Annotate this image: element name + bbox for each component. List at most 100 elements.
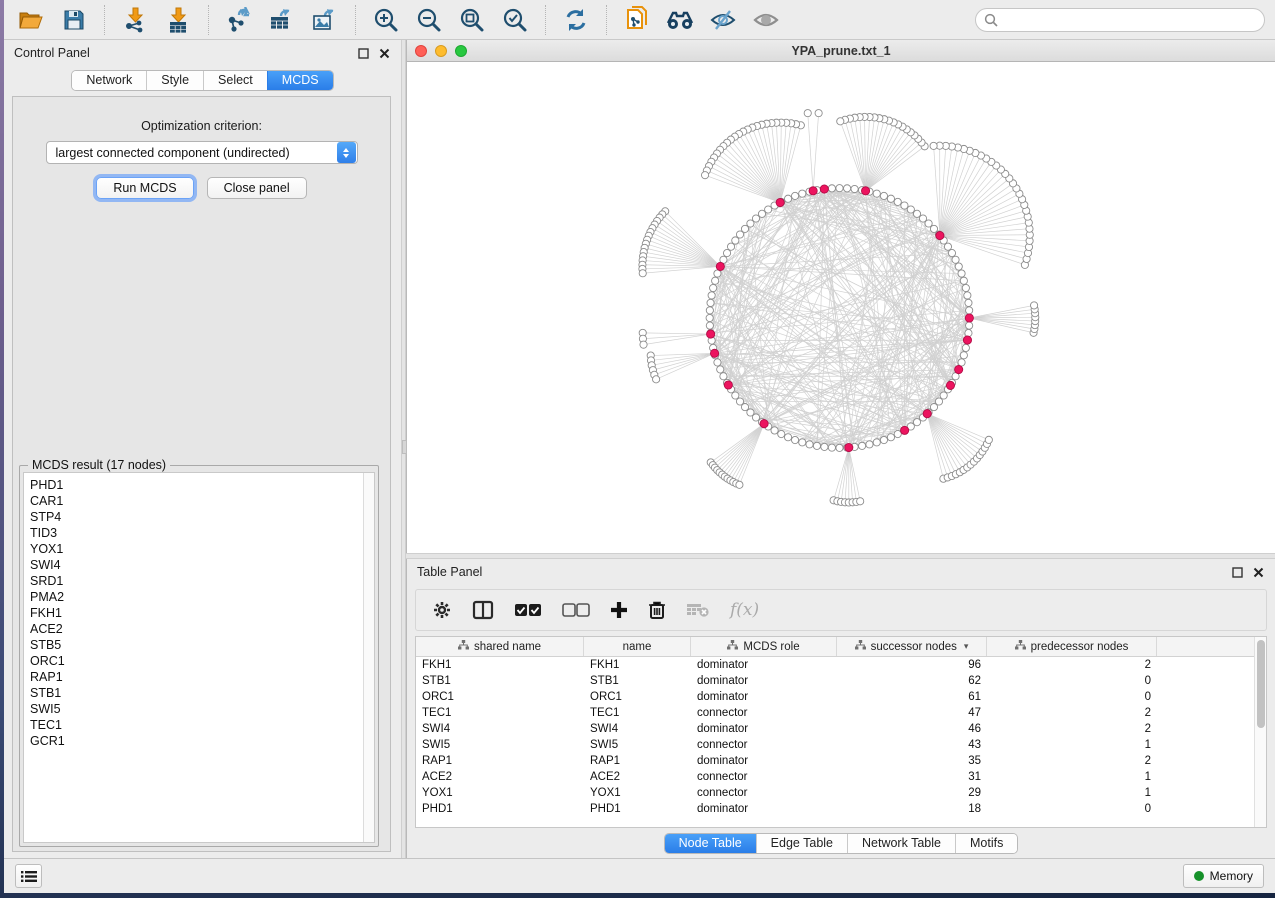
zoom-selected-icon[interactable] — [498, 5, 532, 35]
mcds-node-item[interactable]: PMA2 — [30, 589, 363, 605]
mcds-node-item[interactable]: PHD1 — [30, 477, 363, 493]
run-mcds-button[interactable]: Run MCDS — [96, 177, 193, 199]
export-image-icon[interactable] — [308, 5, 342, 35]
optimization-criterion-select[interactable]: largest connected component (undirected) — [46, 141, 358, 164]
show-column-icon[interactable] — [472, 600, 494, 620]
float-table-panel-icon[interactable] — [1231, 566, 1244, 579]
toolbar-separator — [606, 5, 607, 35]
column-header-predecessor-nodes[interactable]: predecessor nodes — [987, 637, 1157, 656]
search-input[interactable] — [1003, 13, 1256, 27]
table-options-icon[interactable] — [432, 600, 452, 620]
select-all-icon[interactable] — [514, 603, 542, 617]
mcds-node-item[interactable]: YOX1 — [30, 541, 363, 557]
mcds-node-item[interactable]: TID3 — [30, 525, 363, 541]
table-row[interactable]: FKH1FKH1dominator962 — [416, 657, 1254, 673]
mcds-node-item[interactable]: CAR1 — [30, 493, 363, 509]
column-header-name[interactable]: name — [584, 637, 691, 656]
function-builder-icon[interactable]: f(x) — [730, 600, 759, 620]
mcds-result-list[interactable]: PHD1CAR1STP4TID3YOX1SWI4SRD1PMA2FKH1ACE2… — [23, 472, 375, 843]
tab-mcds[interactable]: MCDS — [267, 71, 333, 90]
network-canvas[interactable] — [407, 62, 1275, 553]
tab-motifs[interactable]: Motifs — [955, 834, 1017, 853]
zoom-out-icon[interactable] — [412, 5, 446, 35]
table-row[interactable]: STB1STB1dominator620 — [416, 673, 1254, 689]
table-scrollbar-thumb[interactable] — [1257, 640, 1265, 728]
application-window: Control Panel NetworkStyleSelectMCDS Opt… — [4, 0, 1275, 893]
memory-button[interactable]: Memory — [1183, 864, 1264, 888]
refresh-layout-icon[interactable] — [559, 5, 593, 35]
table-row[interactable]: RAP1RAP1dominator352 — [416, 753, 1254, 769]
show-all-icon[interactable] — [749, 5, 783, 35]
import-table-icon[interactable] — [161, 5, 195, 35]
tab-node-table[interactable]: Node Table — [665, 834, 756, 853]
control-panel-title: Control Panel — [14, 46, 90, 60]
vertical-splitter[interactable] — [401, 40, 406, 858]
table-row[interactable]: ORC1ORC1dominator610 — [416, 689, 1254, 705]
export-table-icon[interactable] — [265, 5, 299, 35]
delete-column-icon[interactable] — [648, 600, 666, 620]
table-row[interactable]: TEC1TEC1connector472 — [416, 705, 1254, 721]
network-window-title: YPA_prune.txt_1 — [407, 44, 1275, 58]
table-toolbar: f(x) — [415, 589, 1267, 631]
column-header-MCDS-role[interactable]: MCDS role — [691, 637, 837, 656]
table-row[interactable]: YOX1YOX1connector291 — [416, 785, 1254, 801]
table-row[interactable]: PHD1PHD1dominator180 — [416, 801, 1254, 817]
search-icon — [984, 13, 998, 27]
memory-label: Memory — [1210, 869, 1253, 883]
network-graph[interactable] — [407, 62, 1275, 553]
column-header-successor-nodes[interactable]: successor nodes▾ — [837, 637, 987, 656]
control-panel-header: Control Panel — [4, 40, 401, 66]
zoom-fit-icon[interactable] — [455, 5, 489, 35]
network-column-icon — [1015, 640, 1026, 653]
mcds-node-item[interactable]: RAP1 — [30, 669, 363, 685]
table-row[interactable]: ACE2ACE2connector311 — [416, 769, 1254, 785]
mcds-node-item[interactable]: ACE2 — [30, 621, 363, 637]
table-scrollbar[interactable] — [1254, 637, 1266, 827]
zoom-in-icon[interactable] — [369, 5, 403, 35]
column-header-shared-name[interactable]: shared name — [416, 637, 584, 656]
mcds-node-item[interactable]: TEC1 — [30, 717, 363, 733]
task-history-button[interactable] — [15, 864, 42, 888]
save-session-icon[interactable] — [57, 5, 91, 35]
hide-selected-icon[interactable] — [706, 5, 740, 35]
mcds-node-item[interactable]: SWI4 — [30, 557, 363, 573]
mcds-node-item[interactable]: SRD1 — [30, 573, 363, 589]
tab-network-table[interactable]: Network Table — [847, 834, 955, 853]
copy-network-icon[interactable] — [620, 5, 654, 35]
toolbar-separator — [104, 5, 105, 35]
mcds-node-item[interactable]: STP4 — [30, 509, 363, 525]
mcds-node-item[interactable]: STB5 — [30, 637, 363, 653]
network-view-window: YPA_prune.txt_1 — [406, 40, 1275, 553]
close-table-panel-icon[interactable] — [1252, 566, 1265, 579]
mcds-list-scrollbar[interactable] — [363, 473, 374, 842]
open-session-icon[interactable] — [14, 5, 48, 35]
mcds-node-item[interactable]: FKH1 — [30, 605, 363, 621]
table-panel: Table Panel — [406, 559, 1275, 858]
add-column-icon[interactable] — [610, 601, 628, 619]
mcds-node-item[interactable]: SWI5 — [30, 701, 363, 717]
mcds-panel: Optimization criterion: largest connecte… — [12, 96, 391, 852]
network-column-icon — [727, 640, 738, 653]
export-network-icon[interactable] — [222, 5, 256, 35]
mcds-node-item[interactable]: STB1 — [30, 685, 363, 701]
float-panel-icon[interactable] — [357, 47, 370, 60]
tab-select[interactable]: Select — [203, 71, 267, 90]
close-panel-icon[interactable] — [378, 47, 391, 60]
search-box[interactable] — [975, 8, 1265, 32]
selected-criterion: largest connected component (undirected) — [47, 146, 337, 160]
tab-style[interactable]: Style — [146, 71, 203, 90]
toolbar-separator — [355, 5, 356, 35]
tab-network[interactable]: Network — [72, 71, 146, 90]
table-row[interactable]: SWI5SWI5connector431 — [416, 737, 1254, 753]
control-panel-tabs: NetworkStyleSelectMCDS — [4, 66, 401, 94]
search-network-icon[interactable] — [663, 5, 697, 35]
table-body: FKH1FKH1dominator962STB1STB1dominator620… — [416, 657, 1254, 827]
table-row[interactable]: SWI4SWI4dominator462 — [416, 721, 1254, 737]
mcds-node-item[interactable]: GCR1 — [30, 733, 363, 749]
deselect-all-icon[interactable] — [562, 603, 590, 617]
close-panel-button[interactable]: Close panel — [207, 177, 307, 199]
delete-table-icon[interactable] — [686, 602, 710, 618]
import-network-icon[interactable] — [118, 5, 152, 35]
tab-edge-table[interactable]: Edge Table — [756, 834, 847, 853]
mcds-node-item[interactable]: ORC1 — [30, 653, 363, 669]
